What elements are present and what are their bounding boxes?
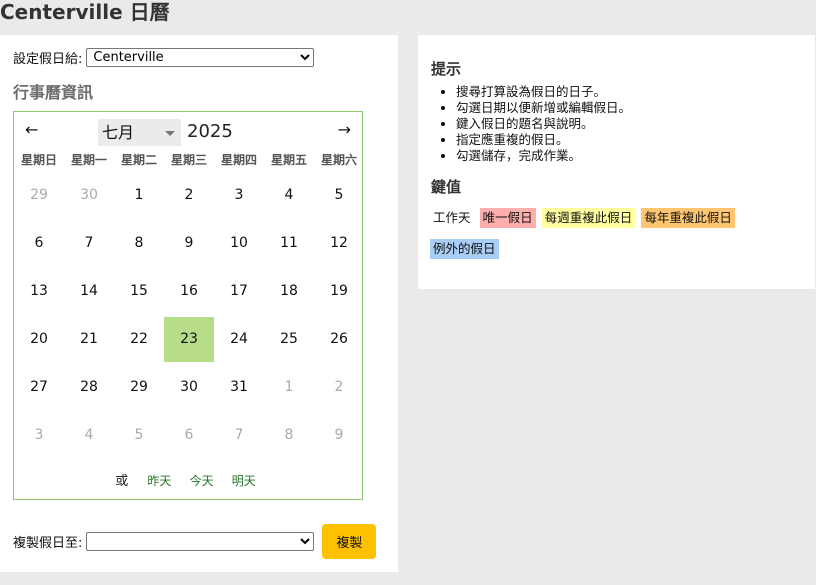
set-holiday-row: 設定假日給: Centerville xyxy=(13,48,315,67)
calendar-day-selected[interactable]: 23 xyxy=(164,317,214,362)
weekday-mon: 星期一 xyxy=(70,153,107,167)
calendar-day[interactable]: 12 xyxy=(314,221,364,266)
copy-holidays-row: 複製假日至: 複製 xyxy=(13,524,377,559)
help-item: 鍵入假日的題名與說明。 xyxy=(456,116,631,132)
weekday-sat: 星期六 xyxy=(320,153,357,167)
calendar-info-title: 行事曆資訊 xyxy=(13,83,94,102)
set-holiday-label: 設定假日給: xyxy=(13,52,83,67)
calendar-day[interactable]: 22 xyxy=(114,317,164,362)
calendar-day[interactable]: 10 xyxy=(214,221,264,266)
calendar-day[interactable]: 15 xyxy=(114,269,164,314)
help-panel: 提示 搜尋打算設為假日的日子。 勾選日期以便新增或編輯假日。 鍵入假日的題名與說… xyxy=(418,35,815,289)
page-title: Centerville 日曆 xyxy=(0,0,170,24)
calendar-day[interactable]: 30 xyxy=(164,365,214,410)
or-label: 或 xyxy=(115,474,129,489)
calendar-day[interactable]: 7 xyxy=(64,221,114,266)
calendar-day[interactable]: 31 xyxy=(214,365,264,410)
calendar-day[interactable]: 6 xyxy=(14,221,64,266)
calendar-day[interactable]: 17 xyxy=(214,269,264,314)
calendar-day[interactable]: 14 xyxy=(64,269,114,314)
calendar-days: 29 30 1 2 3 4 5 6 7 8 9 10 11 12 13 14 1… xyxy=(14,173,364,461)
calendar-day[interactable]: 25 xyxy=(264,317,314,362)
copy-button[interactable]: 複製 xyxy=(322,524,377,559)
weekday-sun: 星期日 xyxy=(20,153,57,167)
calendar-day[interactable]: 27 xyxy=(14,365,64,410)
key-exception-holiday: 例外的假日 xyxy=(430,239,499,259)
calendar-day[interactable]: 11 xyxy=(264,221,314,266)
year-input[interactable]: 2025 xyxy=(187,121,233,142)
today-link[interactable]: 今天 xyxy=(190,474,214,488)
calendar-day[interactable]: 13 xyxy=(14,269,64,314)
calendar-widget: ← 七月 2025 → 星期日 星期一 星期二 星期三 星期四 星期五 星期六 … xyxy=(13,111,363,500)
calendar-week: 13 14 15 16 17 18 19 xyxy=(14,269,364,317)
copy-library-select[interactable] xyxy=(86,532,315,551)
calendar-day[interactable]: 19 xyxy=(314,269,364,314)
key-unique-holiday: 唯一假日 xyxy=(479,208,536,228)
keys-legend: 工作天 唯一假日 每週重複此假日 每年重複此假日 例外的假日 xyxy=(430,207,800,269)
weekday-thu: 星期四 xyxy=(220,153,257,167)
help-item: 勾選儲存，完成作業。 xyxy=(456,148,631,164)
calendar-day[interactable]: 5 xyxy=(314,173,364,218)
calendar-day[interactable]: 9 xyxy=(314,413,364,458)
copy-holidays-label: 複製假日至: xyxy=(13,536,83,551)
calendar-day[interactable]: 5 xyxy=(114,413,164,458)
month-dropdown[interactable]: 七月 xyxy=(98,119,181,146)
calendar-day[interactable]: 6 xyxy=(164,413,214,458)
calendar-panel: 設定假日給: Centerville 行事曆資訊 ← 七月 2025 → 星期日… xyxy=(0,35,398,572)
help-title: 提示 xyxy=(431,60,462,78)
calendar-day[interactable]: 9 xyxy=(164,221,214,266)
help-item: 勾選日期以便新增或編輯假日。 xyxy=(456,100,631,116)
keys-title: 鍵值 xyxy=(431,178,462,196)
calendar-day[interactable]: 3 xyxy=(214,173,264,218)
library-select[interactable]: Centerville xyxy=(86,48,315,67)
weekday-header: 星期日 星期一 星期二 星期三 星期四 星期五 星期六 xyxy=(14,151,364,168)
calendar-day[interactable]: 7 xyxy=(214,413,264,458)
calendar-day[interactable]: 1 xyxy=(264,365,314,410)
calendar-day[interactable]: 4 xyxy=(64,413,114,458)
calendar-day[interactable]: 24 xyxy=(214,317,264,362)
calendar-week: 20 21 22 23 24 25 26 xyxy=(14,317,364,365)
calendar-day[interactable]: 20 xyxy=(14,317,64,362)
prev-month-icon[interactable]: ← xyxy=(25,120,38,139)
calendar-week: 3 4 5 6 7 8 9 xyxy=(14,413,364,461)
calendar-day[interactable]: 29 xyxy=(114,365,164,410)
chevron-down-icon xyxy=(165,131,175,136)
next-month-icon[interactable]: → xyxy=(338,120,351,139)
key-weekly-holiday: 每週重複此假日 xyxy=(541,208,636,228)
weekday-wed: 星期三 xyxy=(170,153,207,167)
yesterday-link[interactable]: 昨天 xyxy=(147,474,171,488)
key-yearly-holiday: 每年重複此假日 xyxy=(641,208,735,228)
calendar-day[interactable]: 8 xyxy=(114,221,164,266)
calendar-day[interactable]: 3 xyxy=(14,413,64,458)
calendar-day[interactable]: 1 xyxy=(114,173,164,218)
calendar-day[interactable]: 8 xyxy=(264,413,314,458)
calendar-day[interactable]: 18 xyxy=(264,269,314,314)
weekday-tue: 星期二 xyxy=(120,153,157,167)
calendar-week: 29 30 1 2 3 4 5 xyxy=(14,173,364,221)
help-item: 指定應重複的假日。 xyxy=(456,132,631,148)
tomorrow-link[interactable]: 明天 xyxy=(232,474,256,488)
calendar-day[interactable]: 2 xyxy=(164,173,214,218)
calendar-day[interactable]: 16 xyxy=(164,269,214,314)
help-item: 搜尋打算設為假日的日子。 xyxy=(456,84,631,100)
month-label: 七月 xyxy=(102,123,135,142)
calendar-day[interactable]: 28 xyxy=(64,365,114,410)
key-working-day: 工作天 xyxy=(430,208,474,228)
calendar-day[interactable]: 30 xyxy=(64,173,114,218)
calendar-day[interactable]: 26 xyxy=(314,317,364,362)
help-list: 搜尋打算設為假日的日子。 勾選日期以便新增或編輯假日。 鍵入假日的題名與說明。 … xyxy=(436,84,631,164)
weekday-fri: 星期五 xyxy=(270,153,307,167)
calendar-day[interactable]: 29 xyxy=(14,173,64,218)
calendar-footer: 或 昨天 今天 明天 xyxy=(14,470,364,489)
calendar-week: 27 28 29 30 31 1 2 xyxy=(14,365,364,413)
calendar-day[interactable]: 21 xyxy=(64,317,114,362)
calendar-day[interactable]: 4 xyxy=(264,173,314,218)
calendar-week: 6 7 8 9 10 11 12 xyxy=(14,221,364,269)
calendar-day[interactable]: 2 xyxy=(314,365,364,410)
